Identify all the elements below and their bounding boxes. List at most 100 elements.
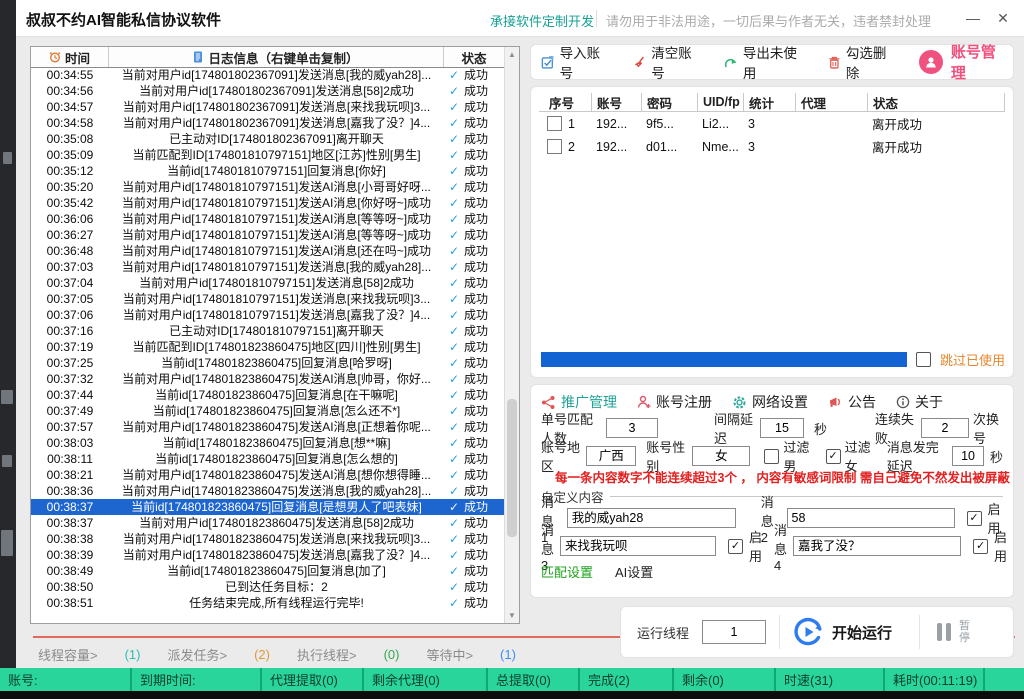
log-row[interactable]: 00:34:56当前对用户id[174801802367091]发送消息[58]… <box>31 83 504 99</box>
log-row[interactable]: 00:35:42当前对用户id[174801810797151]发送AI消息[你… <box>31 195 504 211</box>
log-row[interactable]: 00:36:27当前对用户id[174801810797151]发送AI消息[等… <box>31 227 504 243</box>
col-proxy[interactable]: 代理 <box>795 93 867 111</box>
col-seq[interactable]: 序号 <box>539 93 591 111</box>
msg3-input[interactable] <box>560 536 716 556</box>
log-row[interactable]: 00:35:12当前id[174801810797151]回复消息[你好]✓成功 <box>31 163 504 179</box>
col-status[interactable]: 状态 <box>867 93 1005 111</box>
desktop-fragment <box>1 530 13 556</box>
clear-accounts-button[interactable]: 清空账号 <box>633 42 701 82</box>
delete-checked-button[interactable]: 勾选删除 <box>828 42 895 82</box>
log-row[interactable]: 00:35:20当前对用户id[174801810797151]发送AI消息[小… <box>31 179 504 195</box>
info-icon <box>896 395 910 409</box>
cell-account: 192... <box>591 140 641 154</box>
msg2-input[interactable] <box>787 508 955 528</box>
gender-input[interactable] <box>692 446 750 466</box>
log-row[interactable]: 00:38:39当前对用户id[174801823860475]发送消息[嘉我了… <box>31 547 504 563</box>
msg4-enable-label: 启用 <box>994 527 1007 565</box>
log-row[interactable]: 00:37:57当前对用户id[174801823860475]发送AI消息[正… <box>31 419 504 435</box>
region-input[interactable] <box>586 446 636 466</box>
custom-dev-link[interactable]: 承接软件定制开发 <box>490 11 594 30</box>
log-row[interactable]: 00:37:32当前对用户id[174801823860475]发送AI消息[帅… <box>31 371 504 387</box>
log-row[interactable]: 00:38:03当前id[174801823860475]回复消息[想**嘛]✓… <box>31 435 504 451</box>
log-time: 00:37:32 <box>31 371 109 387</box>
log-time: 00:38:11 <box>31 451 109 467</box>
row-checkbox[interactable] <box>547 139 562 154</box>
log-row[interactable]: 00:37:49当前id[174801823860475]回复消息[怎么还不*]… <box>31 403 504 419</box>
log-row[interactable]: 00:35:08已主动对ID[174801802367091]离开聊天✓成功 <box>31 131 504 147</box>
col-account[interactable]: 账号 <box>591 93 641 111</box>
log-status: 成功 <box>464 211 504 227</box>
log-row[interactable]: 00:37:05当前对用户id[174801810797151]发送消息[来找我… <box>31 291 504 307</box>
log-row[interactable]: 00:38:21当前对用户id[174801823860475]发送AI消息[想… <box>31 467 504 483</box>
log-row[interactable]: 00:36:48当前对用户id[174801810797151]发送AI消息[还… <box>31 243 504 259</box>
log-row[interactable]: 00:37:06当前对用户id[174801810797151]发送消息[嘉我了… <box>31 307 504 323</box>
broom-icon <box>633 55 647 70</box>
log-scrollbar[interactable]: ▲ ▼ <box>504 47 519 623</box>
log-row[interactable]: 00:34:58当前对用户id[174801802367091]发送消息[嘉我了… <box>31 115 504 131</box>
log-row[interactable]: 00:38:37当前id[174801823860475]回复消息[是想男人了吧… <box>31 499 504 515</box>
run-threads-input[interactable] <box>702 620 766 644</box>
fail-count-input[interactable] <box>921 418 969 438</box>
interval-unit: 秒 <box>814 419 827 438</box>
start-run-button[interactable]: 开始运行 <box>793 617 892 647</box>
log-message: 当前对用户id[174801810797151]发送消息[我的威yah28]..… <box>109 259 444 275</box>
log-header-status[interactable]: 状态 <box>444 48 504 67</box>
table-row[interactable]: 2192...d01...Nme...3离开成功 <box>539 135 1005 158</box>
scroll-up-icon[interactable]: ▲ <box>505 50 519 59</box>
log-message: 当前对用户id[174801823860475]发送消息[我的威yah28]..… <box>109 483 444 499</box>
col-stat[interactable]: 统计 <box>743 93 795 111</box>
tab-register[interactable]: 账号注册 <box>637 392 712 412</box>
log-row[interactable]: 00:38:37当前对用户id[174801823860475]发送消息[58]… <box>31 515 504 531</box>
filter-female-checkbox[interactable] <box>826 449 841 464</box>
import-accounts-button[interactable]: 导入账号 <box>541 42 609 82</box>
log-row[interactable]: 00:38:49当前id[174801823860475]回复消息[加了]✓成功 <box>31 563 504 579</box>
log-row[interactable]: 00:37:25当前id[174801823860475]回复消息[哈罗呀]✓成… <box>31 355 504 371</box>
interval-input[interactable] <box>760 418 804 438</box>
log-message: 任务结束完成,所有线程运行完毕! <box>109 595 444 611</box>
app-window: 叔叔不约AI智能私信协议软件 承接软件定制开发 请勿用于非法用途，一切后果与作者… <box>16 0 1024 668</box>
accounts-rows: 1192...9f5...Li2...3离开成功2192...d01...Nme… <box>539 112 1005 158</box>
col-password[interactable]: 密码 <box>641 93 697 111</box>
log-row[interactable]: 00:36:06当前对用户id[174801810797151]发送AI消息[等… <box>31 211 504 227</box>
msg4-enable-checkbox[interactable] <box>973 539 988 554</box>
log-row[interactable]: 00:37:19当前匹配到ID[174801823860475]地区[四川]性别… <box>31 339 504 355</box>
log-row[interactable]: 00:34:55当前对用户id[174801802367091]发送消息[我的威… <box>31 67 504 83</box>
minimize-button[interactable]: — <box>962 8 984 28</box>
msg3-enable-checkbox[interactable] <box>728 539 743 554</box>
log-row[interactable]: 00:38:11当前id[174801823860475]回复消息[怎么想的]✓… <box>31 451 504 467</box>
log-row[interactable]: 00:37:16已主动对ID[174801810797151]离开聊天✓成功 <box>31 323 504 339</box>
log-row[interactable]: 00:37:04当前对用户id[174801810797151]发送消息[58]… <box>31 275 504 291</box>
pause-button[interactable]: 暂 停 <box>937 620 970 644</box>
filter-male-checkbox[interactable] <box>764 449 779 464</box>
match-settings-link[interactable]: 匹配设置 <box>541 562 593 581</box>
match-count-input[interactable] <box>606 418 658 438</box>
log-row[interactable]: 00:37:44当前id[174801823860475]回复消息[在干嘛呢]✓… <box>31 387 504 403</box>
log-row[interactable]: 00:38:38当前对用户id[174801823860475]发送消息[来找我… <box>31 531 504 547</box>
account-management-button[interactable]: 账号管理 <box>919 41 1003 83</box>
log-row[interactable]: 00:37:03当前对用户id[174801810797151]发送消息[我的威… <box>31 259 504 275</box>
msg1-input[interactable] <box>567 508 736 528</box>
msg4-input[interactable] <box>793 536 961 556</box>
log-row[interactable]: 00:35:09当前匹配到ID[174801810797151]地区[江苏]性别… <box>31 147 504 163</box>
log-time: 00:38:39 <box>31 547 109 563</box>
table-row[interactable]: 1192...9f5...Li2...3离开成功 <box>539 112 1005 135</box>
row-checkbox[interactable] <box>547 116 562 131</box>
msg2-enable-checkbox[interactable] <box>967 511 982 526</box>
log-row[interactable]: 00:34:57当前对用户id[174801802367091]发送消息[来找我… <box>31 99 504 115</box>
log-time: 00:37:05 <box>31 291 109 307</box>
log-header-info[interactable]: 日志信息（右键单击复制） <box>109 47 444 67</box>
send-delay-input[interactable] <box>952 446 984 466</box>
skip-used-checkbox[interactable] <box>916 352 931 367</box>
log-row[interactable]: 00:38:36当前对用户id[174801823860475]发送消息[我的威… <box>31 483 504 499</box>
scroll-down-icon[interactable]: ▼ <box>505 611 519 620</box>
log-row[interactable]: 00:38:51任务结束完成,所有线程运行完毕!✓成功 <box>31 595 504 611</box>
log-row[interactable]: 00:38:50已到达任务目标：2✓成功 <box>31 579 504 595</box>
col-uid[interactable]: UID/fp <box>697 93 743 111</box>
export-unused-button[interactable]: 导出未使用 <box>724 42 804 82</box>
tab-announcement[interactable]: 公告 <box>828 392 876 412</box>
thread-status-label: 线程容量> <box>38 645 98 664</box>
log-header-time[interactable]: 时间 <box>31 47 109 67</box>
close-button[interactable]: ✕ <box>992 8 1014 28</box>
scroll-thumb[interactable] <box>507 399 517 537</box>
ai-settings-link[interactable]: AI设置 <box>615 562 653 581</box>
